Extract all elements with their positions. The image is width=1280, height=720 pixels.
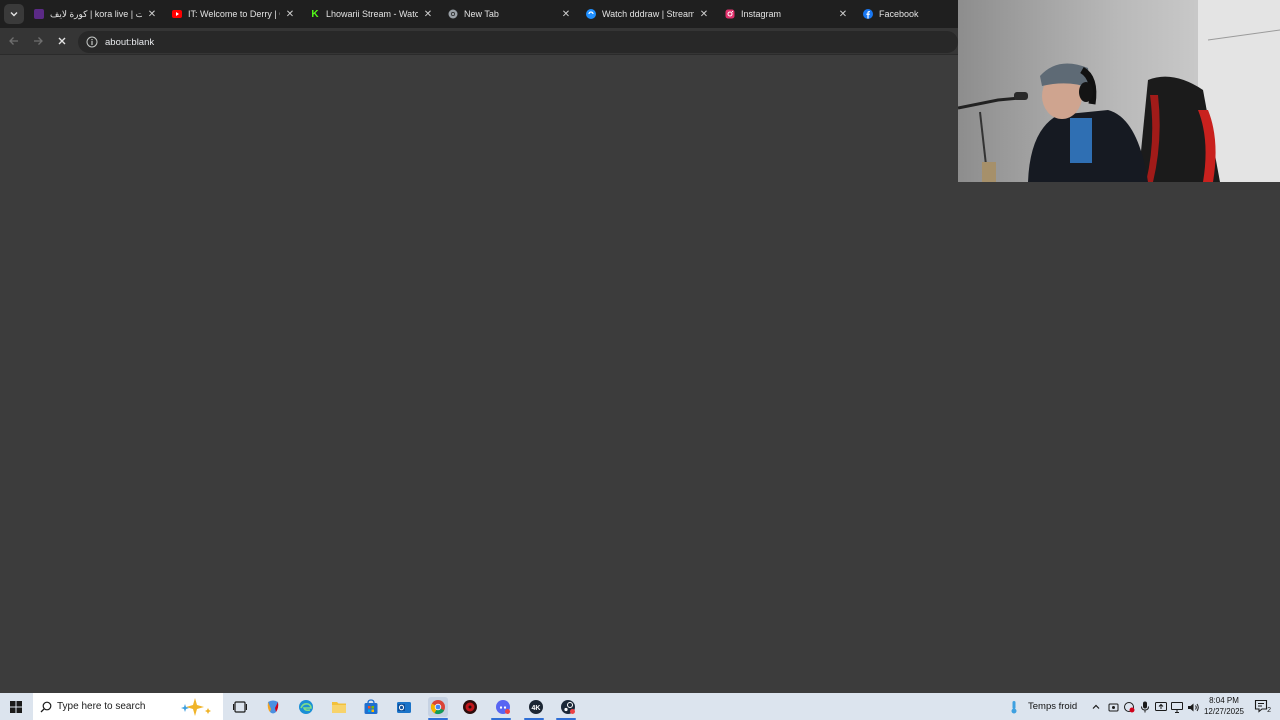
tab-title: IT: Welcome to Derry | Official bbox=[188, 9, 280, 19]
webcam-image bbox=[958, 0, 1280, 182]
close-icon bbox=[58, 37, 66, 45]
tab-streamable[interactable]: Watch dddraw | Streamable ✕ bbox=[586, 0, 710, 28]
tab-title: Lhowarii Stream - Watch Live bbox=[326, 9, 418, 19]
tab-facebook[interactable]: Facebook bbox=[863, 0, 953, 28]
network-tray-button[interactable] bbox=[1169, 697, 1185, 717]
tab-new-tab[interactable]: New Tab ✕ bbox=[448, 0, 572, 28]
folder-icon bbox=[332, 702, 346, 713]
steam-button[interactable] bbox=[558, 697, 578, 717]
instagram-favicon-icon bbox=[725, 9, 735, 19]
recording-app-icon bbox=[463, 700, 477, 714]
search-placeholder: Type here to search bbox=[57, 701, 146, 712]
chrome-favicon-icon bbox=[448, 9, 458, 19]
youtube-favicon-icon bbox=[172, 9, 182, 19]
sparkle-icon bbox=[181, 698, 211, 716]
tab-title: New Tab bbox=[464, 9, 499, 19]
chrome-taskbar-button[interactable] bbox=[428, 697, 448, 717]
copilot-button[interactable] bbox=[263, 697, 283, 717]
clock-time: 8:04 PM bbox=[1209, 696, 1239, 705]
browser-toolbar: about:blank bbox=[0, 28, 960, 55]
tab-title: Watch dddraw | Streamable bbox=[602, 9, 694, 19]
edge-button[interactable] bbox=[296, 697, 316, 717]
tab-kora-live[interactable]: كورة لايف | kora live | مباريات ✕ bbox=[34, 0, 158, 28]
chevron-down-icon bbox=[10, 12, 18, 17]
microphone-icon bbox=[1141, 701, 1149, 713]
show-hidden-icons-button[interactable] bbox=[1088, 697, 1104, 717]
taskbar-search-input[interactable]: Type here to search bbox=[33, 693, 223, 720]
close-icon[interactable]: ✕ bbox=[422, 8, 434, 20]
store-icon bbox=[364, 699, 378, 714]
kick-favicon-icon: K bbox=[310, 8, 320, 20]
file-explorer-button[interactable] bbox=[329, 697, 349, 717]
tab-strip: كورة لايف | kora live | مباريات ✕ IT: We… bbox=[0, 0, 960, 28]
address-text: about:blank bbox=[105, 36, 155, 48]
close-icon[interactable]: ✕ bbox=[284, 8, 296, 20]
tray-app-icon-1[interactable] bbox=[1105, 697, 1121, 717]
weather-text: Temps froid bbox=[1028, 701, 1078, 712]
kora-favicon-icon bbox=[34, 9, 44, 19]
notification-icon bbox=[1254, 699, 1268, 713]
notification-center-button[interactable]: 2 bbox=[1252, 697, 1271, 715]
task-view-icon bbox=[233, 701, 247, 713]
weather-widget[interactable]: Temps froid bbox=[1008, 693, 1077, 720]
4k-app-button[interactable]: 4K bbox=[526, 697, 546, 717]
edge-icon bbox=[299, 700, 313, 714]
notification-count: 2 bbox=[1267, 707, 1271, 714]
facebook-favicon-icon bbox=[863, 9, 873, 19]
4k-icon: 4K bbox=[529, 700, 543, 714]
microsoft-store-button[interactable] bbox=[361, 697, 381, 717]
chevron-up-icon bbox=[1092, 704, 1100, 709]
tab-title: Facebook bbox=[879, 9, 919, 19]
chrome-icon bbox=[430, 700, 445, 715]
obs-button[interactable] bbox=[460, 697, 480, 717]
start-button[interactable] bbox=[0, 693, 32, 720]
windows-logo-icon bbox=[10, 700, 22, 713]
svg-text:4K: 4K bbox=[532, 705, 541, 712]
tray-app-icon-2[interactable] bbox=[1121, 697, 1137, 717]
stop-loading-button[interactable] bbox=[54, 33, 70, 49]
tab-search-button[interactable] bbox=[4, 4, 24, 24]
discord-button[interactable] bbox=[493, 697, 513, 717]
arrow-left-icon bbox=[9, 37, 18, 45]
microphone-tray-button[interactable] bbox=[1137, 697, 1153, 717]
security-icon bbox=[1124, 702, 1135, 713]
tab-kick-stream[interactable]: K Lhowarii Stream - Watch Live ✕ bbox=[310, 0, 434, 28]
copilot-icon bbox=[267, 700, 279, 714]
meet-now-icon bbox=[1108, 703, 1118, 711]
task-view-button[interactable] bbox=[230, 697, 250, 717]
mail-icon bbox=[397, 702, 411, 713]
taskbar-clock[interactable]: 8:04 PM 12/27/2025 bbox=[1198, 695, 1250, 718]
tab-youtube[interactable]: IT: Welcome to Derry | Official ✕ bbox=[172, 0, 296, 28]
clock-date: 12/27/2025 bbox=[1203, 707, 1245, 716]
streamable-favicon-icon bbox=[586, 9, 596, 19]
arrow-right-icon bbox=[34, 37, 43, 45]
network-icon bbox=[1171, 701, 1183, 713]
close-icon[interactable]: ✕ bbox=[560, 8, 572, 20]
tab-instagram[interactable]: Instagram ✕ bbox=[725, 0, 849, 28]
steam-icon bbox=[561, 700, 575, 714]
address-bar[interactable]: about:blank bbox=[78, 31, 958, 53]
back-button[interactable] bbox=[6, 33, 22, 49]
search-icon bbox=[40, 701, 52, 712]
close-icon[interactable]: ✕ bbox=[837, 8, 849, 20]
info-icon[interactable] bbox=[85, 35, 99, 49]
close-icon[interactable]: ✕ bbox=[698, 8, 710, 20]
screen-share-icon bbox=[1155, 701, 1167, 711]
tab-title: Instagram bbox=[741, 9, 782, 19]
webcam-overlay bbox=[958, 0, 1280, 182]
close-icon[interactable]: ✕ bbox=[146, 8, 158, 20]
thermometer-icon bbox=[1011, 700, 1017, 713]
forward-button[interactable] bbox=[30, 33, 46, 49]
outlook-button[interactable] bbox=[394, 697, 414, 717]
windows-taskbar: Type here to search 4K Temps froid 8:04 … bbox=[0, 693, 1280, 720]
tray-app-icon-3[interactable] bbox=[1153, 697, 1169, 717]
discord-icon bbox=[496, 700, 510, 714]
tab-title: كورة لايف | kora live | مباريات bbox=[50, 8, 142, 19]
